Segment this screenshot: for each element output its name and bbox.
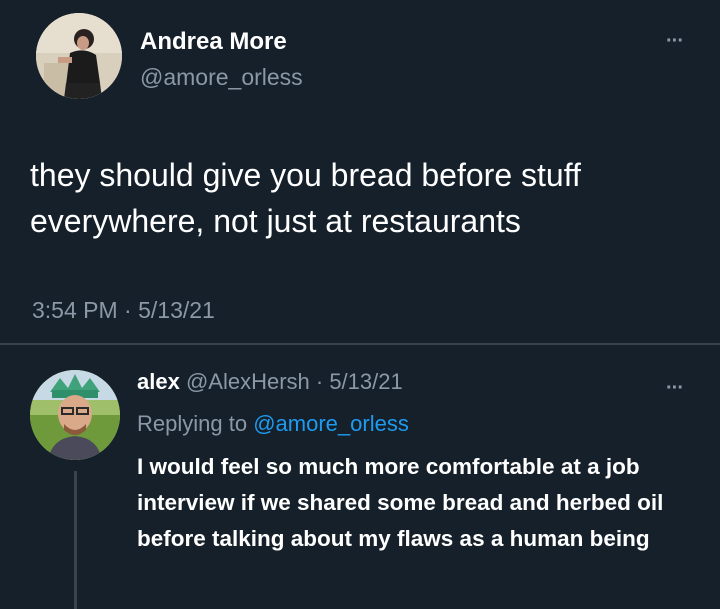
- replying-to: Replying to @amore_orless: [137, 411, 409, 437]
- reply-text: I would feel so much more comfortable at…: [137, 454, 664, 551]
- author-handle[interactable]: @amore_orless: [140, 64, 303, 91]
- reply-header: alex @AlexHersh · 5/13/21: [137, 369, 403, 395]
- reply-author-avatar[interactable]: [30, 370, 120, 460]
- author-avatar[interactable]: [36, 13, 122, 99]
- reply-author-name[interactable]: alex: [137, 369, 180, 394]
- replying-handle-link[interactable]: @amore_orless: [253, 411, 409, 436]
- more-options-icon[interactable]: ···: [666, 31, 684, 51]
- tweet-text: they should give you bread before stuff …: [30, 157, 581, 239]
- thread-line: [74, 471, 77, 609]
- avatar-photo-icon: [30, 370, 120, 460]
- author-name[interactable]: Andrea More: [140, 28, 287, 56]
- reply-more-options-icon[interactable]: ···: [666, 378, 684, 398]
- tweet-timestamp[interactable]: 3:54 PM · 5/13/21: [32, 297, 215, 324]
- avatar-photo-icon: [36, 13, 122, 99]
- main-tweet: Andrea More @amore_orless ··· they shoul…: [0, 0, 720, 345]
- reply-tweet: alex @AlexHersh · 5/13/21 ··· Replying t…: [0, 345, 720, 609]
- reply-handle-date[interactable]: @AlexHersh · 5/13/21: [186, 369, 403, 394]
- replying-prefix: Replying to: [137, 411, 248, 436]
